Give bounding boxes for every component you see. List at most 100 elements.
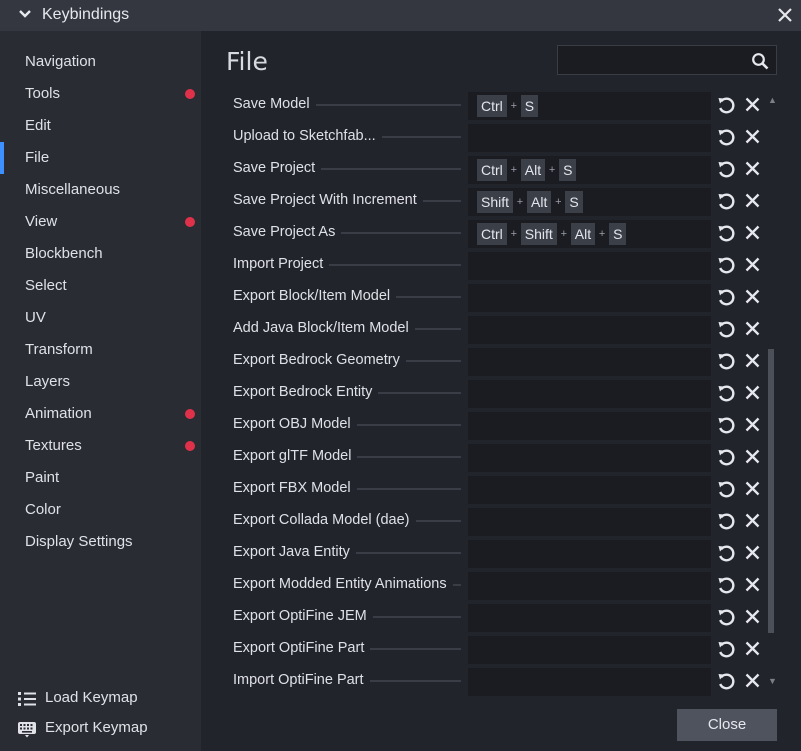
clear-icon[interactable] bbox=[744, 448, 761, 465]
reset-icon[interactable] bbox=[716, 479, 736, 499]
page-title: File bbox=[226, 47, 268, 76]
keybind-field[interactable]: Ctrl + S bbox=[468, 92, 711, 120]
export-keymap-button[interactable]: Export Keymap bbox=[0, 714, 201, 744]
keybinding-panel: File Save Model Ctrl + S Upload to Sketchfab… bbox=[201, 31, 801, 751]
reset-icon[interactable] bbox=[716, 191, 736, 211]
reset-icon[interactable] bbox=[716, 415, 736, 435]
keybind-field[interactable] bbox=[468, 380, 711, 408]
key-separator: + bbox=[598, 228, 606, 240]
keybind-field[interactable] bbox=[468, 604, 711, 632]
keybind-field[interactable]: Ctrl + Alt + S bbox=[468, 156, 711, 184]
clear-icon[interactable] bbox=[744, 128, 761, 145]
clear-icon[interactable] bbox=[744, 96, 761, 113]
clear-icon[interactable] bbox=[744, 224, 761, 241]
scroll-down-arrow[interactable]: ▼ bbox=[768, 676, 777, 686]
clear-icon[interactable] bbox=[744, 288, 761, 305]
reset-icon[interactable] bbox=[716, 95, 736, 115]
keybind-field[interactable] bbox=[468, 444, 711, 472]
keybinding-row: Import OptiFine Part bbox=[201, 665, 801, 697]
sidebar-item[interactable]: View bbox=[0, 206, 201, 238]
key-cap: Ctrl bbox=[477, 223, 507, 245]
sidebar-item[interactable]: Display Settings bbox=[0, 526, 201, 558]
keybind-field[interactable] bbox=[468, 316, 711, 344]
reset-icon[interactable] bbox=[716, 575, 736, 595]
sidebar-item[interactable]: Edit bbox=[0, 110, 201, 142]
sidebar-item-label: Blockbench bbox=[25, 245, 103, 262]
load-keymap-button[interactable]: Load Keymap bbox=[0, 684, 201, 714]
reset-icon[interactable] bbox=[716, 671, 736, 691]
key-combo: Ctrl + S bbox=[477, 95, 539, 117]
clear-icon[interactable] bbox=[744, 640, 761, 657]
clear-icon[interactable] bbox=[744, 384, 761, 401]
clear-icon[interactable] bbox=[744, 480, 761, 497]
keybind-field[interactable]: Shift + Alt + S bbox=[468, 188, 711, 216]
keybind-field[interactable] bbox=[468, 412, 711, 440]
clear-icon[interactable] bbox=[744, 416, 761, 433]
clear-icon[interactable] bbox=[744, 544, 761, 561]
keybind-field[interactable] bbox=[468, 348, 711, 376]
clear-icon[interactable] bbox=[744, 672, 761, 689]
sidebar-item[interactable]: Select bbox=[0, 270, 201, 302]
search-input[interactable] bbox=[557, 45, 777, 75]
keybind-field[interactable] bbox=[468, 572, 711, 600]
reset-icon[interactable] bbox=[716, 223, 736, 243]
search-icon[interactable] bbox=[751, 52, 769, 70]
keybind-field[interactable]: Ctrl + Shift + Alt + S bbox=[468, 220, 711, 248]
clear-icon[interactable] bbox=[744, 608, 761, 625]
clear-icon[interactable] bbox=[744, 192, 761, 209]
keybinding-row: Export Bedrock Entity bbox=[201, 377, 801, 409]
close-button[interactable]: Close bbox=[677, 709, 777, 741]
keybind-field[interactable] bbox=[468, 636, 711, 664]
keybinding-row: Export FBX Model bbox=[201, 473, 801, 505]
keybind-field[interactable] bbox=[468, 124, 711, 152]
sidebar-item[interactable]: Textures bbox=[0, 430, 201, 462]
reset-icon[interactable] bbox=[716, 127, 736, 147]
sidebar-item[interactable]: File bbox=[0, 142, 201, 174]
reset-icon[interactable] bbox=[716, 543, 736, 563]
chevron-down-icon[interactable] bbox=[18, 7, 32, 21]
clear-icon[interactable] bbox=[744, 352, 761, 369]
sidebar-item[interactable]: Color bbox=[0, 494, 201, 526]
sidebar-item[interactable]: Tools bbox=[0, 78, 201, 110]
reset-icon[interactable] bbox=[716, 255, 736, 275]
reset-icon[interactable] bbox=[716, 159, 736, 179]
keybind-field[interactable] bbox=[468, 284, 711, 312]
sidebar-item[interactable]: Layers bbox=[0, 366, 201, 398]
reset-icon[interactable] bbox=[716, 447, 736, 467]
reset-icon[interactable] bbox=[716, 287, 736, 307]
scroll-up-arrow[interactable]: ▲ bbox=[768, 95, 777, 105]
sidebar-item[interactable]: UV bbox=[0, 302, 201, 334]
active-indicator bbox=[0, 142, 4, 174]
keybind-field[interactable] bbox=[468, 540, 711, 568]
sidebar-item[interactable]: Paint bbox=[0, 462, 201, 494]
clear-icon[interactable] bbox=[744, 256, 761, 273]
scrollbar-thumb[interactable] bbox=[768, 349, 774, 633]
clear-icon[interactable] bbox=[744, 576, 761, 593]
reset-icon[interactable] bbox=[716, 351, 736, 371]
keybind-field[interactable] bbox=[468, 476, 711, 504]
reset-icon[interactable] bbox=[716, 319, 736, 339]
keybinding-row: Export Collada Model (dae) bbox=[201, 505, 801, 537]
clear-icon[interactable] bbox=[744, 320, 761, 337]
reset-icon[interactable] bbox=[716, 511, 736, 531]
close-icon[interactable] bbox=[776, 6, 794, 24]
clear-icon[interactable] bbox=[744, 160, 761, 177]
modified-indicator-dot bbox=[185, 441, 195, 451]
reset-icon[interactable] bbox=[716, 383, 736, 403]
keybind-field[interactable] bbox=[468, 508, 711, 536]
sidebar-item[interactable]: Navigation bbox=[0, 46, 201, 78]
keybind-field[interactable] bbox=[468, 668, 711, 696]
sidebar-item[interactable]: Blockbench bbox=[0, 238, 201, 270]
keybinding-row: Import Project bbox=[201, 249, 801, 281]
modified-indicator-dot bbox=[185, 89, 195, 99]
keybinding-row: Export glTF Model bbox=[201, 441, 801, 473]
sidebar-item[interactable]: Miscellaneous bbox=[0, 174, 201, 206]
keybind-field[interactable] bbox=[468, 252, 711, 280]
reset-icon[interactable] bbox=[716, 607, 736, 627]
keybinding-row: Save Model Ctrl + S bbox=[201, 89, 801, 121]
clear-icon[interactable] bbox=[744, 512, 761, 529]
action-name: Export Bedrock Geometry bbox=[233, 352, 406, 368]
sidebar-item[interactable]: Transform bbox=[0, 334, 201, 366]
sidebar-item[interactable]: Animation bbox=[0, 398, 201, 430]
reset-icon[interactable] bbox=[716, 639, 736, 659]
